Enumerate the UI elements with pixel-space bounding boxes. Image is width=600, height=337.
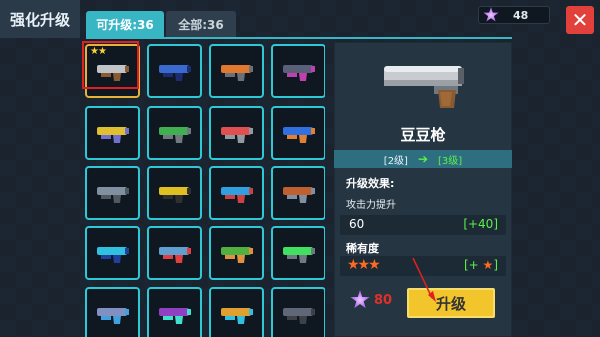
- upgrade-cost: 80: [350, 290, 392, 310]
- weapon-slot[interactable]: [271, 287, 325, 337]
- weapon-slot[interactable]: [85, 106, 140, 160]
- tab-all[interactable]: 全部:36: [166, 11, 236, 37]
- weapon-slot[interactable]: [271, 44, 325, 98]
- gem-icon: [350, 290, 370, 309]
- rarity-increase-prefix: [+: [463, 258, 479, 272]
- hazard-launcher-icon: [159, 187, 191, 203]
- next-level: [3级]: [438, 155, 463, 167]
- orange-shotgun-icon: [221, 65, 253, 81]
- weapon-slot[interactable]: [85, 226, 140, 280]
- effect-description: 攻击力提升: [346, 200, 396, 211]
- page-title: 强化升级: [0, 0, 80, 38]
- weapon-slot[interactable]: [209, 287, 264, 337]
- currency-amount: 48: [513, 8, 529, 22]
- attack-row: 60 [+40]: [340, 215, 506, 235]
- weapon-slot[interactable]: [147, 166, 202, 220]
- green-plasma-gun-icon: [159, 127, 191, 143]
- effect-label: 升级效果:: [346, 177, 395, 190]
- gem-icon: [483, 7, 499, 22]
- attack-value: 60: [349, 217, 365, 231]
- currency-display: 48: [478, 6, 550, 24]
- weapon-slot[interactable]: [85, 287, 140, 337]
- star-icon: ★: [482, 258, 494, 272]
- spiral-gun-icon: [221, 308, 253, 324]
- weapon-slot[interactable]: [271, 226, 325, 280]
- assault-rifle-icon: [283, 308, 315, 324]
- current-level: [2级]: [383, 155, 408, 167]
- grey-orb-gun-icon: [97, 187, 129, 203]
- weapon-slot[interactable]: [147, 226, 202, 280]
- level-bar: [2级] ➔ [3级]: [334, 150, 512, 168]
- rarity-label: 稀有度: [346, 242, 379, 255]
- arrow-right-icon: ➔: [417, 152, 429, 166]
- close-button[interactable]: ✕: [566, 6, 594, 34]
- weapon-slot[interactable]: [147, 287, 202, 337]
- attack-increase: [+40]: [463, 217, 498, 231]
- weapon-slot[interactable]: [209, 44, 264, 98]
- yellow-drill-gun-icon: [97, 127, 129, 143]
- rarity-row: ★★★ [+ ★]: [340, 256, 506, 276]
- barrel-gun-icon: [283, 247, 315, 263]
- item-name: 豆豆枪: [400, 126, 446, 144]
- pea-pistol-large-icon: [384, 66, 464, 108]
- tab-upgradable[interactable]: 可升级:36: [86, 11, 164, 37]
- upgrade-cost-value: 80: [374, 292, 393, 308]
- weapon-slot[interactable]: [85, 166, 140, 220]
- red-laser-gun-icon: [221, 127, 253, 143]
- green-bazooka-icon: [221, 247, 253, 263]
- upgrade-button[interactable]: 升级: [407, 288, 495, 318]
- weapon-slot[interactable]: [147, 106, 202, 160]
- weapon-slot[interactable]: [209, 106, 264, 160]
- weapon-slot[interactable]: [271, 106, 325, 160]
- ring-blaster-icon: [221, 187, 253, 203]
- rarity-increase-suffix: ]: [493, 258, 498, 272]
- weapon-slot[interactable]: [271, 166, 325, 220]
- blue-cannon-icon: [283, 127, 315, 143]
- tab-underline: [86, 37, 512, 39]
- rarity-stars: ★★★: [347, 257, 381, 273]
- weapon-slot[interactable]: [209, 226, 264, 280]
- bubble-gun-icon: [159, 308, 191, 324]
- shark-gun-icon: [159, 247, 191, 263]
- rocket-launcher-icon: [283, 187, 315, 203]
- sniper-rifle-icon: [283, 65, 315, 81]
- weapon-slot[interactable]: [147, 44, 202, 98]
- rarity-increase: [+ ★]: [464, 258, 498, 272]
- selection-highlight: [82, 41, 139, 89]
- blue-blaster-icon: [159, 65, 191, 81]
- tesla-gun-icon: [97, 308, 129, 324]
- weapon-slot[interactable]: [209, 166, 264, 220]
- cyan-laser-icon: [97, 247, 129, 263]
